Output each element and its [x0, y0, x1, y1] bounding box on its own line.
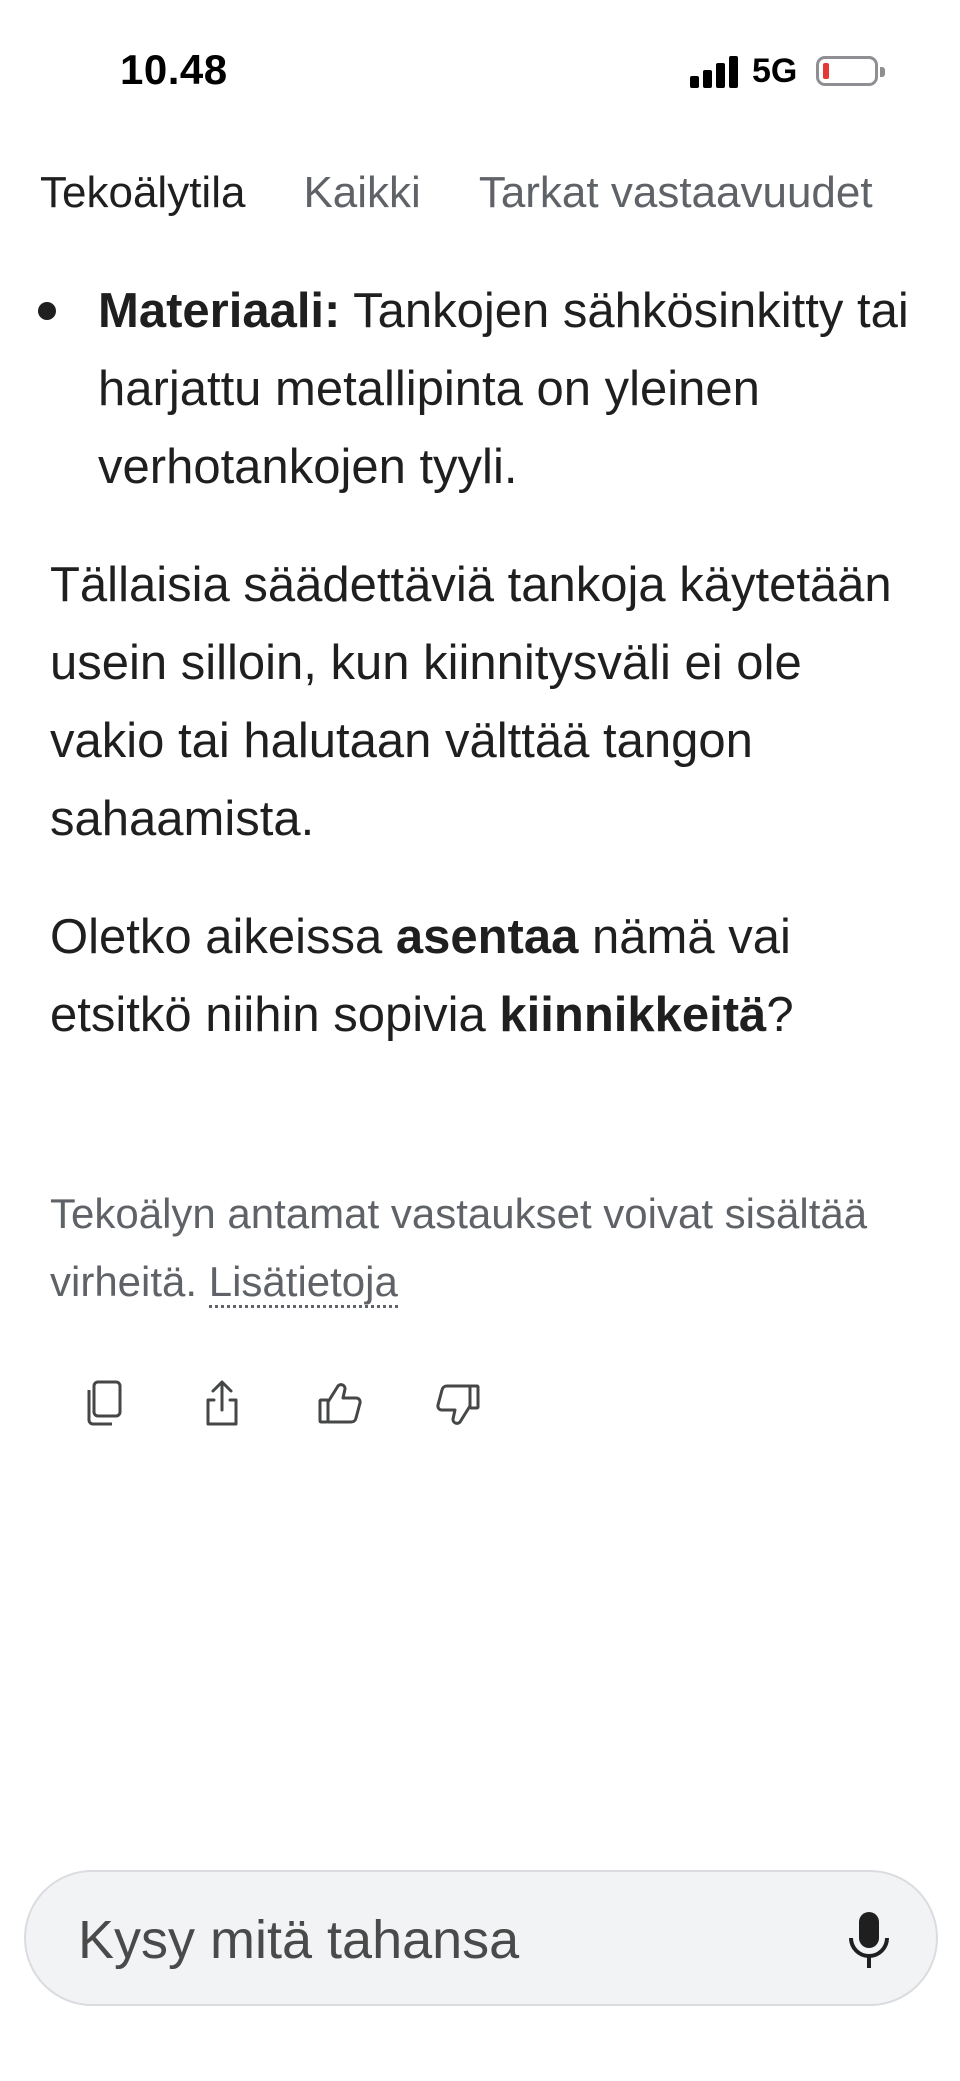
page: 10.48 5G Tekoälytila Kaikki Tarkat vasta… — [0, 0, 960, 2081]
search-bar — [24, 1870, 938, 2006]
bullet-point — [38, 302, 56, 320]
thumbs-up-icon[interactable] — [316, 1378, 364, 1430]
ai-disclaimer: Tekoälyn antamat vastaukset voivat sisäl… — [50, 1180, 870, 1316]
copy-icon[interactable] — [80, 1378, 128, 1430]
tab-all[interactable]: Kaikki — [303, 168, 420, 218]
disclaimer-text: Tekoälyn antamat vastaukset voivat sisäl… — [50, 1190, 868, 1305]
thumbs-down-icon[interactable] — [434, 1378, 482, 1430]
battery-low-icon — [816, 56, 885, 86]
search-mode-tabs: Tekoälytila Kaikki Tarkat vastaavuudet — [40, 168, 873, 218]
answer-paragraph: Tällaisia säädettäviä tankoja käytetään … — [50, 558, 892, 846]
tab-exact-matches[interactable]: Tarkat vastaavuudet — [479, 168, 873, 218]
list-item: Materiaali: Tankojen sähkösinkitty tai h… — [38, 272, 920, 506]
bullet-term: Materiaali: — [98, 284, 341, 338]
microphone-icon[interactable] — [844, 1910, 894, 1972]
ai-answer: Materiaali: Tankojen sähkösinkitty tai h… — [38, 272, 920, 1054]
answer-actions — [80, 1378, 482, 1430]
status-time: 10.48 — [120, 46, 228, 93]
signal-icon — [690, 56, 738, 88]
follow-up-question: Oletko aikeissa asentaa nämä vai etsitkö… — [50, 910, 794, 1042]
tab-ai-mode[interactable]: Tekoälytila — [40, 168, 245, 218]
search-input[interactable] — [78, 1902, 778, 1978]
learn-more-link[interactable]: Lisätietoja — [208, 1258, 398, 1308]
share-icon[interactable] — [198, 1378, 246, 1430]
status-bar: 10.48 5G — [0, 0, 960, 140]
network-type: 5G — [752, 52, 798, 90]
